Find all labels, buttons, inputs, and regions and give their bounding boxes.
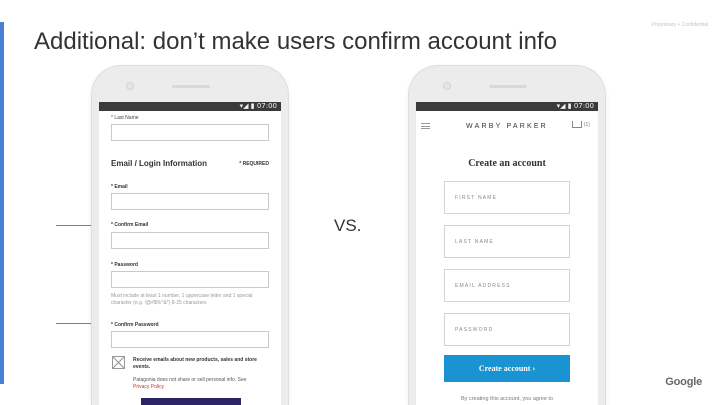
confirm-password-label: * Confirm Password <box>111 322 159 328</box>
privacy-text: Patagonia does not share or sell persona… <box>133 377 247 383</box>
last-name-field[interactable]: LAST NAME <box>444 225 570 258</box>
submit-button[interactable] <box>141 398 241 405</box>
status-bar: ▾◢ ▮ 07:00 <box>416 102 598 111</box>
patagonia-signup-form: * Last Name Email / Login Information * … <box>99 111 281 405</box>
left-phone-screen: ▾◢ ▮ 07:00 * Last Name Email / Login Inf… <box>99 102 281 405</box>
privacy-note: Patagonia does not share or sell persona… <box>133 377 271 391</box>
proprietary-label: Proprietary + Confidential <box>651 22 708 28</box>
newsletter-checkbox[interactable] <box>112 356 125 369</box>
first-name-placeholder: FIRST NAME <box>455 195 498 201</box>
status-bar: ▾◢ ▮ 07:00 <box>99 102 281 111</box>
cart-icon <box>571 121 582 128</box>
email-placeholder: EMAIL ADDRESS <box>455 283 511 289</box>
last-name-placeholder: LAST NAME <box>455 239 495 245</box>
confirm-email-label: * Confirm Email <box>111 222 149 228</box>
left-phone-mockup: ▾◢ ▮ 07:00 * Last Name Email / Login Inf… <box>91 65 289 405</box>
newsletter-label: Receive emails about new products, sales… <box>133 357 257 370</box>
password-placeholder: PASSWORD <box>455 327 494 333</box>
google-logo: Google <box>665 376 702 388</box>
right-phone-mockup: ▾◢ ▮ 07:00 WARBY PARKER (1) Create an ac… <box>408 65 606 405</box>
brand-logo[interactable]: WARBY PARKER <box>416 123 598 130</box>
section-title: Email / Login Information <box>111 159 207 168</box>
password-field[interactable] <box>111 271 269 288</box>
create-account-button[interactable]: Create account › <box>444 355 570 382</box>
last-name-field[interactable] <box>111 124 269 141</box>
password-help: Must include at least 1 number, 1 upperc… <box>111 293 253 306</box>
password-field[interactable]: PASSWORD <box>444 313 570 346</box>
accent-bar <box>0 22 4 384</box>
email-field[interactable] <box>111 193 269 210</box>
cart-count: (1) <box>583 121 590 128</box>
confirm-password-field[interactable] <box>111 331 269 348</box>
password-label: * Password <box>111 262 138 268</box>
slide-title: Additional: don’t make users confirm acc… <box>34 28 557 55</box>
first-name-field[interactable]: FIRST NAME <box>444 181 570 214</box>
terms-fine-print: By creating this account, you agree to <box>460 396 554 402</box>
speaker-grille <box>172 85 210 88</box>
camera-icon <box>443 82 451 90</box>
warby-parker-signup-form: WARBY PARKER (1) Create an account FIRST… <box>416 111 598 405</box>
last-name-label: * Last Name <box>111 115 139 121</box>
right-phone-screen: ▾◢ ▮ 07:00 WARBY PARKER (1) Create an ac… <box>416 102 598 405</box>
camera-icon <box>126 82 134 90</box>
email-label: * Email <box>111 184 128 190</box>
vs-label: VS. <box>334 216 362 235</box>
page-title: Create an account <box>468 158 546 169</box>
required-label: * REQUIRED <box>239 161 269 167</box>
cart-button[interactable]: (1) <box>571 121 590 128</box>
privacy-policy-link[interactable]: Privacy Policy <box>133 384 271 391</box>
email-field[interactable]: EMAIL ADDRESS <box>444 269 570 302</box>
speaker-grille <box>489 85 527 88</box>
confirm-email-field[interactable] <box>111 232 269 249</box>
